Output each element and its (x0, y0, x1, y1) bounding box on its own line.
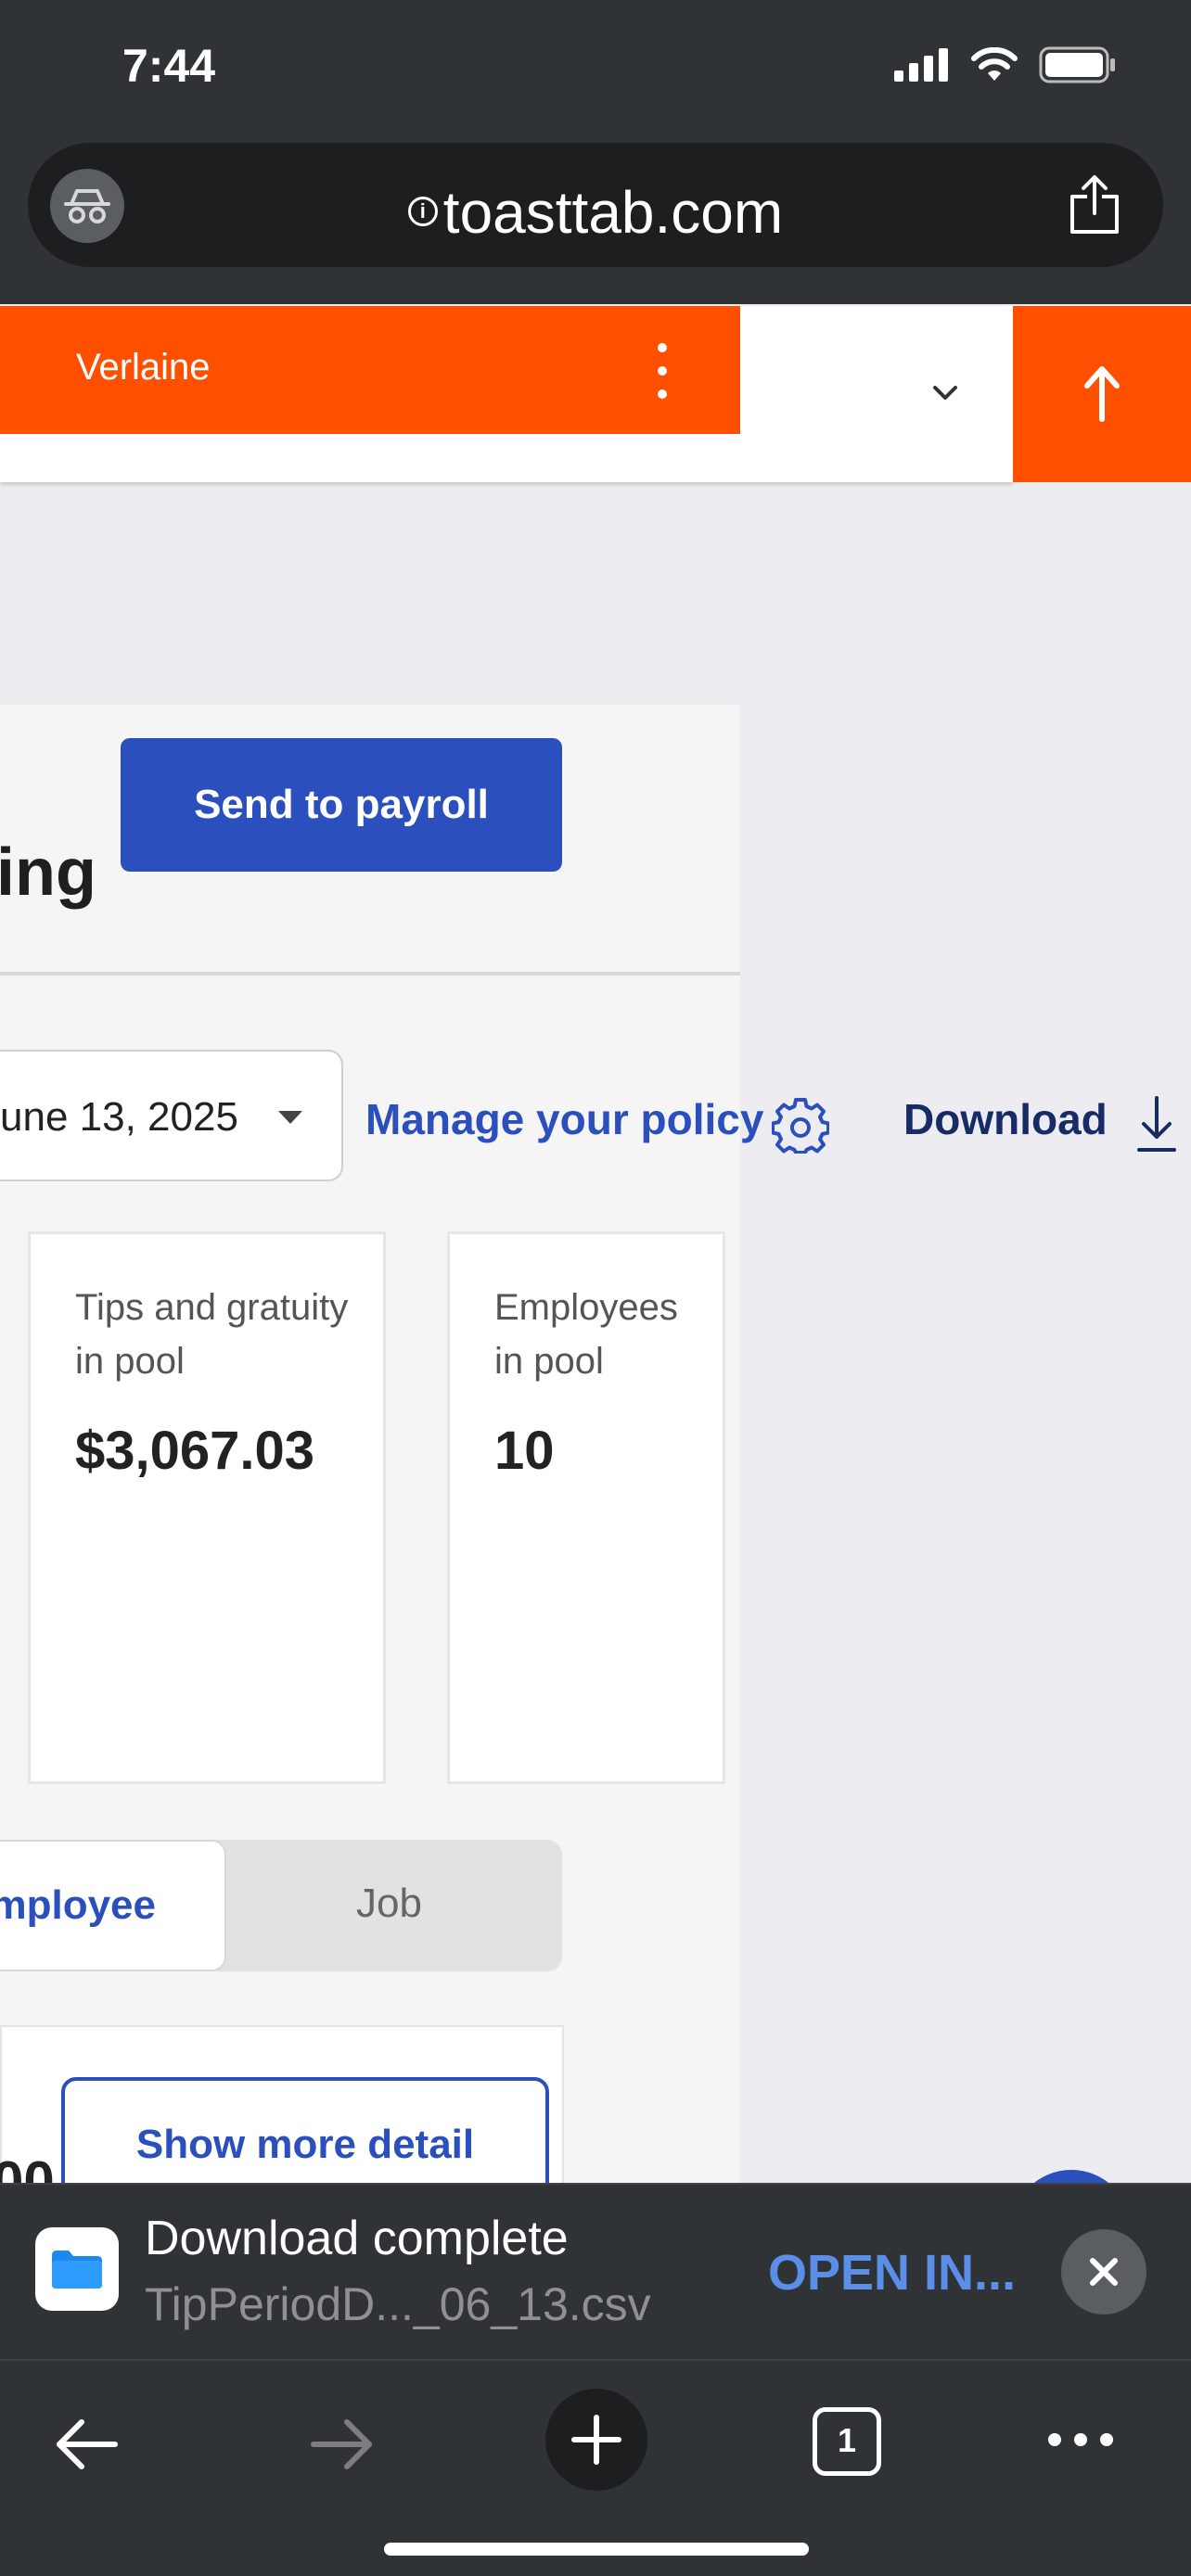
share-icon[interactable] (1067, 174, 1122, 236)
manage-policy-link[interactable]: Manage your policy (365, 1094, 763, 1144)
toggle-employee[interactable]: mployee (0, 1840, 226, 1971)
toggle-job[interactable]: Job (356, 1881, 422, 1927)
restaurant-header[interactable]: Verlaine (0, 306, 740, 434)
new-tab-button[interactable] (545, 2389, 647, 2491)
scroll-up-button[interactable] (1013, 306, 1191, 482)
wifi-icon (971, 47, 1018, 81)
close-icon (1090, 2258, 1118, 2286)
download-title: Download complete (145, 2212, 569, 2265)
tabs-icon[interactable]: 1 (813, 2407, 881, 2476)
info-icon: i (407, 197, 438, 227)
toggle-employee-label: mployee (0, 1882, 156, 1928)
home-indicator (384, 2543, 809, 2556)
pay-period-select[interactable]: une 13, 2025 (0, 1050, 343, 1181)
browser-toolbar: 1 (0, 2359, 1191, 2576)
gear-icon[interactable] (772, 1096, 829, 1154)
address-bar[interactable]: i toasttab.com (28, 143, 1163, 267)
url-display[interactable]: i toasttab.com (28, 178, 1163, 247)
status-icons (894, 46, 1117, 83)
battery-icon (1039, 46, 1115, 83)
download-icon[interactable] (1137, 1094, 1176, 1154)
stat-card-tips: Tips and gratuity in pool $3,067.03 (28, 1231, 386, 1784)
stat-value: $3,067.03 (75, 1421, 315, 1481)
more-icon[interactable] (1048, 2433, 1113, 2448)
forward-arrow-icon[interactable] (308, 2417, 375, 2472)
caret-down-icon (278, 1111, 302, 1124)
files-app-icon (35, 2227, 119, 2311)
stat-card-employees: Employees in pool 10 (447, 1231, 725, 1784)
download-filename: TipPeriodD..._06_13.csv (145, 2278, 651, 2330)
url-text: toasttab.com (442, 179, 784, 246)
stat-label: Tips and gratuity in pool (75, 1287, 349, 1382)
page-title: ing (0, 835, 96, 910)
chevron-down-icon[interactable] (931, 378, 959, 406)
signal-icon (894, 48, 948, 82)
browser-chrome-top: 7:44 i toasttab.com (0, 0, 1191, 304)
divider (0, 972, 740, 976)
new-tab-plus-icon (571, 2415, 621, 2465)
stat-value: 10 (494, 1421, 555, 1481)
open-in-button[interactable]: OPEN IN... (768, 2244, 1016, 2302)
scroll-up-arrow-icon (1084, 366, 1120, 422)
view-toggle: mployee Job (0, 1840, 562, 1971)
download-banner: Download complete TipPeriodD..._06_13.cs… (0, 2183, 1191, 2359)
status-time: 7:44 (122, 40, 216, 92)
kebab-menu-icon[interactable] (655, 343, 670, 399)
back-arrow-icon[interactable] (54, 2417, 121, 2472)
close-download-button[interactable] (1061, 2229, 1146, 2315)
restaurant-name: Verlaine (76, 347, 211, 388)
download-link[interactable]: Download (903, 1094, 1108, 1144)
send-to-payroll-button[interactable]: Send to payroll (121, 738, 562, 872)
stat-label: Employees in pool (494, 1287, 678, 1382)
pay-period-value: une 13, 2025 (0, 1094, 238, 1140)
